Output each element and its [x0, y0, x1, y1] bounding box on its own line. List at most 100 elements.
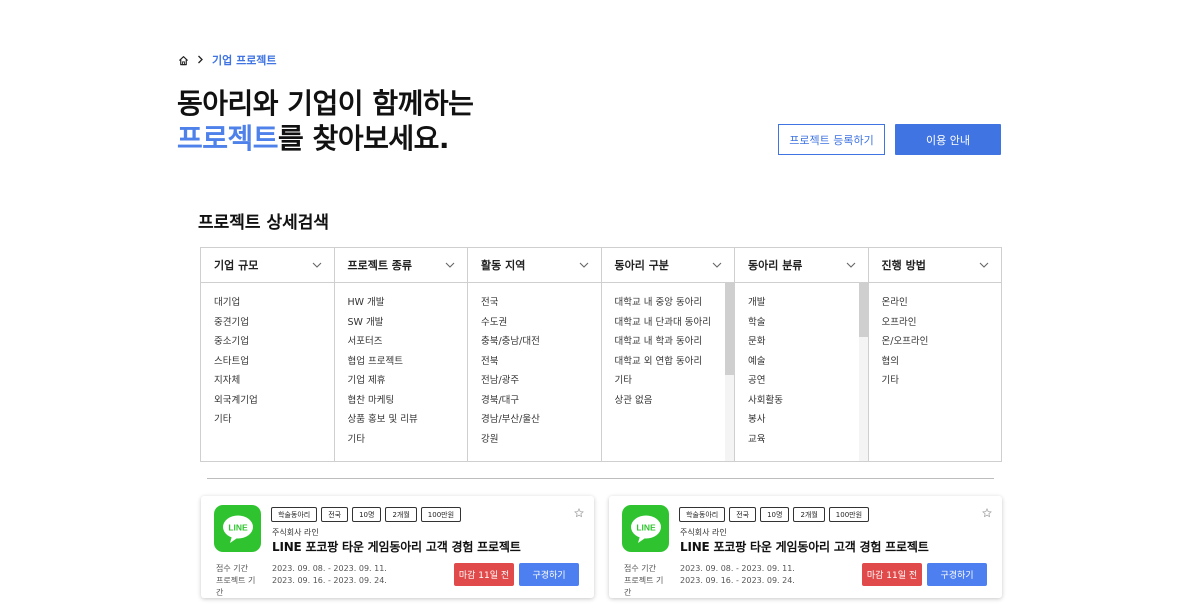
chevron-down-icon	[979, 262, 989, 268]
line-logo: LINE	[622, 505, 669, 552]
project-period-label: 프로젝트 기간	[624, 576, 664, 597]
filter-option[interactable]: 협업 프로젝트	[348, 352, 468, 372]
project-card[interactable]: LINE 학술동아리 전국 10명 2개월 100만원 주식회사 라인 LINE…	[609, 496, 1002, 598]
filter-label: 프로젝트 종류	[347, 259, 413, 272]
filter-option[interactable]: 봉사	[748, 410, 868, 430]
deadline-badge: 마감 11일 전	[454, 563, 514, 586]
chevron-down-icon	[712, 262, 722, 268]
tag: 100만원	[828, 507, 870, 522]
chevron-down-icon	[579, 262, 589, 268]
line-logo-text: LINE	[636, 522, 656, 532]
tag: 전국	[321, 507, 349, 522]
breadcrumb: 기업 프로젝트	[178, 52, 277, 68]
tag: 10명	[760, 507, 790, 522]
apply-period-label: 접수 기간	[624, 564, 656, 573]
project-title[interactable]: LINE 포코팡 타운 게임동아리 고객 경험 프로젝트	[272, 538, 521, 555]
view-button[interactable]: 구경하기	[927, 563, 987, 586]
filter-header[interactable]: 활동 지역	[468, 248, 601, 283]
filter-option[interactable]: 대학교 내 학과 동아리	[615, 332, 735, 352]
filter-header[interactable]: 프로젝트 종류	[334, 248, 467, 283]
filter-option[interactable]: 협찬 마케팅	[348, 391, 468, 411]
filter-option[interactable]: 대학교 내 중앙 동아리	[615, 293, 735, 313]
filter-option[interactable]: 전국	[481, 293, 601, 313]
filter-option[interactable]: 상품 홍보 및 리뷰	[348, 410, 468, 430]
filter-option[interactable]: 대학교 내 단과대 동아리	[615, 313, 735, 333]
filter-option[interactable]: 기타	[882, 371, 1002, 391]
section-divider	[207, 478, 994, 479]
filter-option[interactable]: 온/오프라인	[882, 332, 1002, 352]
filter-option[interactable]: 중소기업	[214, 332, 334, 352]
filter-header[interactable]: 진행 방법	[868, 248, 1001, 283]
filter-option[interactable]: 기타	[214, 410, 334, 430]
filter-option[interactable]: 예술	[748, 352, 868, 372]
filter-option[interactable]: 전남/광주	[481, 371, 601, 391]
page-title-line1: 동아리와 기업이 함께하는	[177, 87, 474, 120]
register-project-button[interactable]: 프로젝트 등록하기	[778, 124, 885, 155]
filter-header[interactable]: 기업 규모	[201, 248, 334, 283]
filter-option[interactable]: 문화	[748, 332, 868, 352]
filter-option[interactable]: 기타	[348, 430, 468, 450]
filter-header[interactable]: 동아리 구분	[601, 248, 734, 283]
filter-option[interactable]: 지자체	[214, 371, 334, 391]
project-period: 2023. 09. 16. - 2023. 09. 24.	[680, 576, 795, 585]
filter-option[interactable]: 강원	[481, 430, 601, 450]
page-title-line2: 를 찾아보세요.	[278, 122, 449, 155]
project-period-label: 프로젝트 기간	[216, 576, 256, 597]
scrollbar-thumb[interactable]	[725, 283, 734, 375]
filter-label: 동아리 구분	[614, 259, 669, 272]
filter-company-size: 기업 규모 대기업 중견기업 중소기업 스타트업 지자체 외국계기업 기타	[200, 248, 334, 461]
tag: 학술동아리	[679, 507, 726, 522]
project-title[interactable]: LINE 포코팡 타운 게임동아리 고객 경험 프로젝트	[680, 538, 929, 555]
tag: 2개월	[793, 507, 825, 522]
filter-option[interactable]: 협의	[882, 352, 1002, 372]
filter-option[interactable]: 경남/부산/울산	[481, 410, 601, 430]
filter-option[interactable]: 전북	[481, 352, 601, 372]
star-icon[interactable]	[982, 503, 992, 522]
chevron-right-icon	[197, 54, 204, 67]
filter-option[interactable]: 개발	[748, 293, 868, 313]
period-info: 접수 기간 2023. 09. 08. - 2023. 09. 11. 프로젝트 …	[624, 563, 795, 599]
filter-panel: 기업 규모 대기업 중견기업 중소기업 스타트업 지자체 외국계기업 기타 프로…	[200, 247, 1002, 462]
filter-label: 활동 지역	[481, 259, 526, 272]
filter-option[interactable]: 기타	[615, 371, 735, 391]
filter-option[interactable]: 학술	[748, 313, 868, 333]
line-logo: LINE	[214, 505, 261, 552]
filter-option[interactable]: 서포터즈	[348, 332, 468, 352]
filter-option[interactable]: 오프라인	[882, 313, 1002, 333]
deadline-badge: 마감 11일 전	[862, 563, 922, 586]
filter-option[interactable]: 경북/대구	[481, 391, 601, 411]
filter-option[interactable]: 중견기업	[214, 313, 334, 333]
period-info: 접수 기간 2023. 09. 08. - 2023. 09. 11. 프로젝트 …	[216, 563, 387, 599]
usage-guide-button[interactable]: 이용 안내	[895, 124, 1001, 155]
home-icon[interactable]	[178, 55, 189, 66]
filter-option[interactable]: 충북/충남/대전	[481, 332, 601, 352]
company-name: 주식회사 라인	[272, 528, 319, 537]
tag: 전국	[729, 507, 757, 522]
filter-option[interactable]: 외국계기업	[214, 391, 334, 411]
project-card[interactable]: LINE 학술동아리 전국 10명 2개월 100만원 주식회사 라인 LINE…	[201, 496, 594, 598]
tag-list: 학술동아리 전국 10명 2개월 100만원	[271, 507, 462, 522]
filter-header[interactable]: 동아리 분류	[735, 248, 868, 283]
filter-option[interactable]: 스타트업	[214, 352, 334, 372]
filter-option[interactable]: 온라인	[882, 293, 1002, 313]
star-icon[interactable]	[574, 503, 584, 522]
tag-list: 학술동아리 전국 10명 2개월 100만원	[679, 507, 870, 522]
filter-option[interactable]: 교육	[748, 430, 868, 450]
filter-option[interactable]: 상관 없음	[615, 391, 735, 411]
scrollbar-thumb[interactable]	[858, 283, 868, 337]
filter-option[interactable]: 대기업	[214, 293, 334, 313]
filter-option[interactable]: SW 개발	[348, 313, 468, 333]
chevron-down-icon	[846, 262, 856, 268]
tag: 100만원	[420, 507, 462, 522]
filter-region: 활동 지역 전국 수도권 충북/충남/대전 전북 전남/광주 경북/대구 경남/…	[467, 248, 601, 461]
breadcrumb-current[interactable]: 기업 프로젝트	[212, 52, 277, 68]
filter-option[interactable]: 기업 제휴	[348, 371, 468, 391]
filter-option[interactable]: HW 개발	[348, 293, 468, 313]
tag: 10명	[352, 507, 382, 522]
view-button[interactable]: 구경하기	[519, 563, 579, 586]
filter-option[interactable]: 수도권	[481, 313, 601, 333]
page-title: 동아리와 기업이 함께하는 프로젝트를 찾아보세요.	[177, 86, 474, 156]
filter-option[interactable]: 공연	[748, 371, 868, 391]
filter-option[interactable]: 대학교 외 연합 동아리	[615, 352, 735, 372]
filter-option[interactable]: 사회활동	[748, 391, 868, 411]
